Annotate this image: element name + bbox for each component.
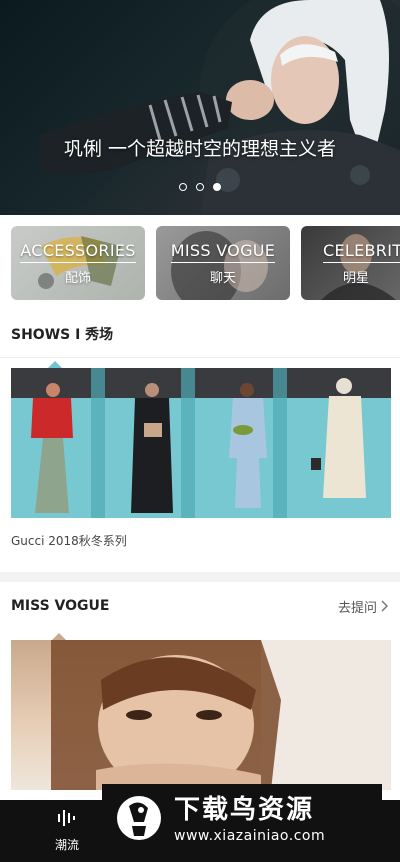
shows-section-header: SHOWS I 秀场 — [0, 310, 400, 358]
ask-question-link[interactable]: 去提问 — [338, 597, 389, 616]
shows-card[interactable]: Gucci 2018秋冬系列 — [0, 358, 400, 572]
category-strip: ACCESSORIES 配饰 MISS VOGUE 聊天 CELEBRIT 明星 — [0, 215, 400, 310]
category-subtitle: 明星 — [342, 270, 369, 286]
category-title: MISS VOGUE — [170, 241, 276, 263]
pointer-icon — [48, 361, 62, 368]
waveform-icon — [58, 810, 75, 826]
shows-caption[interactable]: Gucci 2018秋冬系列 — [11, 532, 127, 549]
watermark: 下载鸟资源 www.xiazainiao.com — [102, 784, 382, 856]
portrait-photo — [51, 640, 391, 790]
bird-logo-icon — [117, 796, 161, 840]
runway-photo — [11, 368, 391, 518]
pointer-icon — [52, 633, 66, 640]
watermark-url: www.xiazainiao.com — [174, 828, 326, 844]
accessories-photo — [38, 236, 121, 289]
category-title: ACCESSORIES — [20, 241, 136, 263]
miss-vogue-title: MISS VOGUE — [11, 598, 110, 614]
shows-title: SHOWS I 秀场 — [11, 327, 114, 343]
chevron-right-icon — [381, 600, 389, 612]
category-miss-vogue[interactable]: MISS VOGUE 聊天 — [156, 226, 290, 300]
category-title: CELEBRIT — [323, 241, 400, 263]
carousel-dot[interactable] — [196, 183, 204, 191]
category-accessories[interactable]: ACCESSORIES 配饰 — [11, 226, 145, 300]
carousel-dot-active[interactable] — [213, 183, 221, 191]
category-subtitle: 配饰 — [64, 270, 91, 286]
watermark-title: 下载鸟资源 — [174, 795, 315, 825]
ask-question-label: 去提问 — [337, 600, 377, 616]
category-celebrity[interactable]: CELEBRIT 明星 — [301, 226, 400, 300]
celebrity-photo — [321, 234, 396, 300]
carousel-dot[interactable] — [179, 183, 187, 191]
tab-label: 潮流 — [54, 838, 79, 852]
miss-vogue-section-header: MISS VOGUE 去提问 — [0, 582, 400, 630]
shows-photo[interactable] — [11, 368, 391, 518]
hero-caption: 巩俐 一个超越时空的理想主义者 — [63, 138, 337, 160]
carousel-indicator — [0, 183, 400, 191]
hero-banner[interactable]: 巩俐 一个超越时空的理想主义者 — [0, 0, 400, 215]
miss-vogue-photo[interactable] — [11, 640, 391, 790]
miss-vogue-photo — [171, 231, 268, 300]
tab-trends[interactable]: 潮流 — [40, 808, 94, 853]
category-subtitle: 聊天 — [209, 270, 236, 286]
